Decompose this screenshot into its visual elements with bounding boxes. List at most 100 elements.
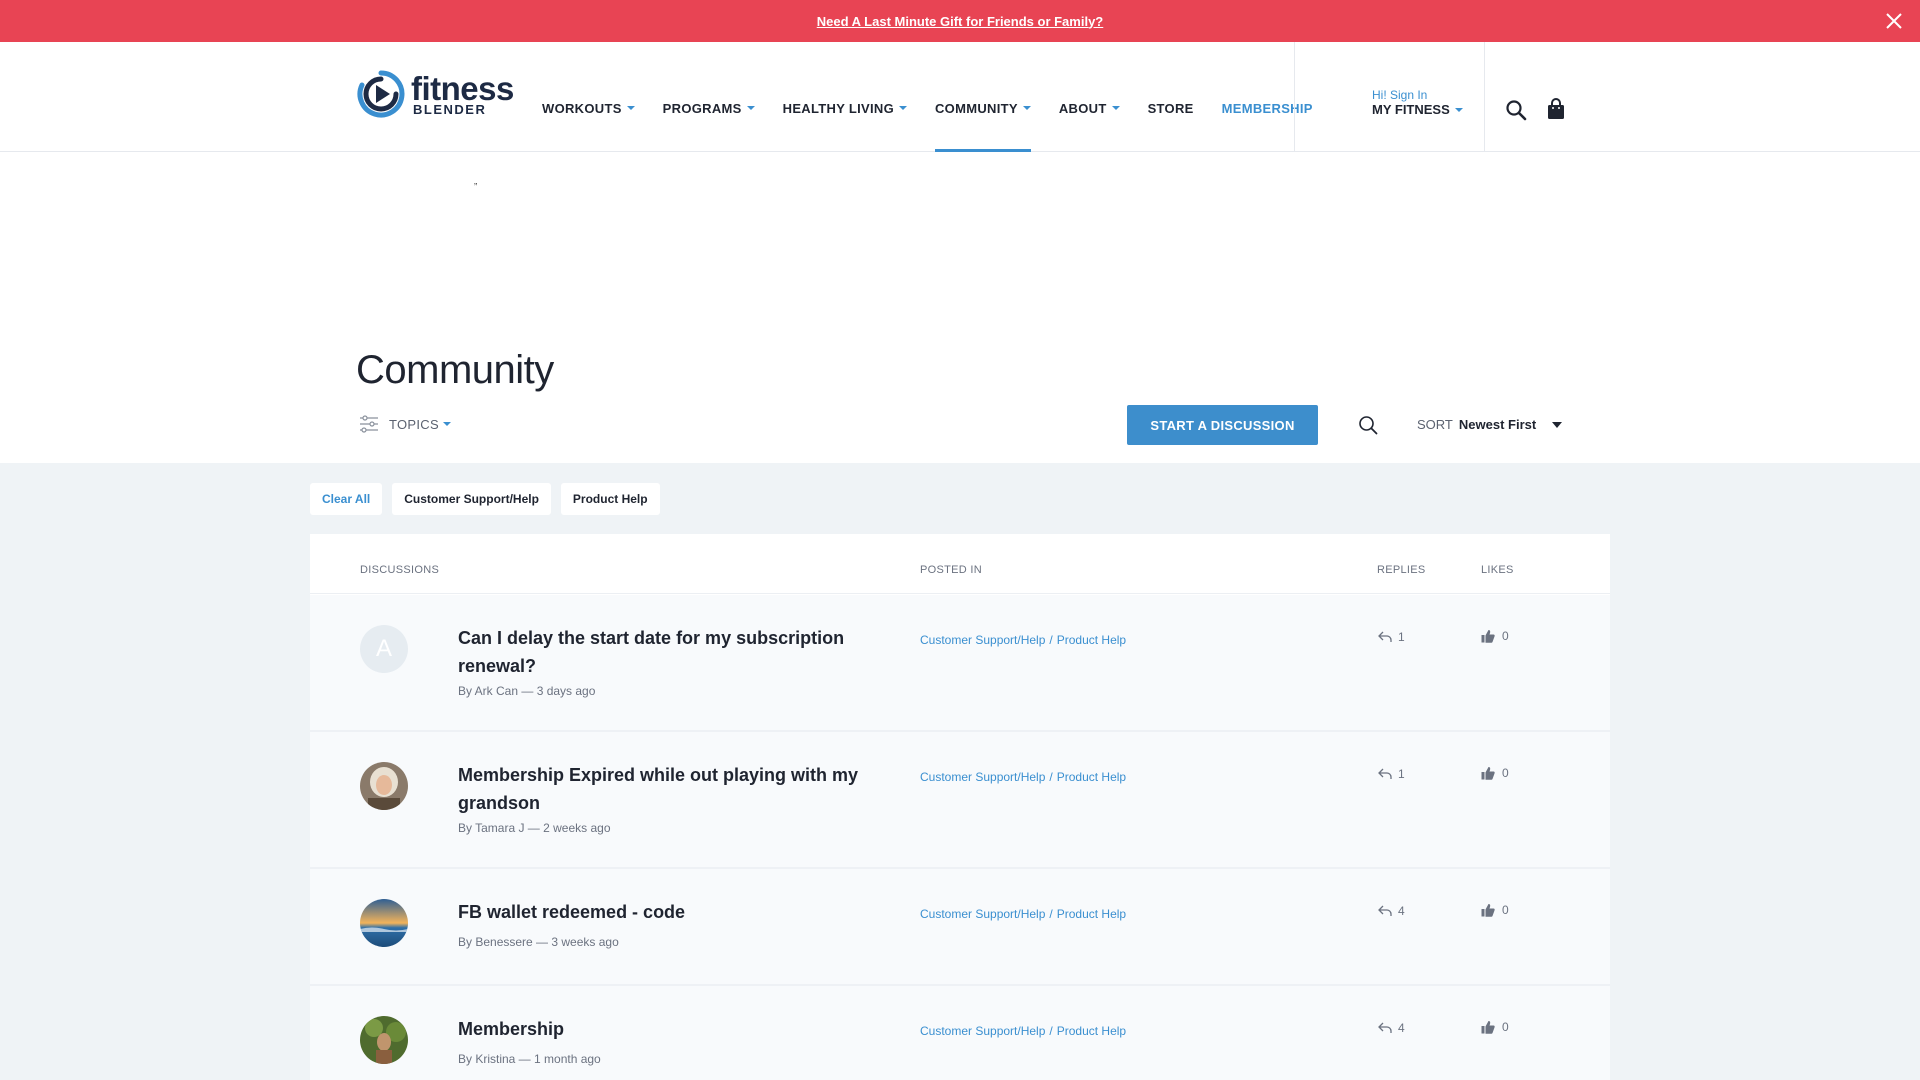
nav-healthy-living[interactable]: HEALTHY LIVING bbox=[783, 42, 907, 152]
table-row[interactable]: Membership Expired while out playing wit… bbox=[310, 732, 1610, 869]
search-icon[interactable] bbox=[1505, 99, 1527, 121]
main-nav: WORKOUTS PROGRAMS HEALTHY LIVING COMMUNI… bbox=[542, 42, 1341, 152]
like-count: 0 bbox=[1481, 903, 1509, 917]
discussion-title[interactable]: Membership Expired while out playing wit… bbox=[458, 761, 878, 817]
category-link[interactable]: Product Help bbox=[1057, 633, 1126, 647]
column-posted-in: POSTED IN bbox=[920, 564, 982, 576]
posted-in: Customer Support/Help / Product Help bbox=[920, 633, 1126, 647]
active-filters: Clear All Customer Support/Help Product … bbox=[310, 483, 670, 515]
like-count-value: 0 bbox=[1502, 903, 1509, 917]
header-divider bbox=[1294, 42, 1295, 152]
topics-filter[interactable]: TOPICS bbox=[359, 415, 451, 433]
nav-about[interactable]: ABOUT bbox=[1059, 42, 1120, 152]
thumbs-up-icon bbox=[1481, 904, 1495, 917]
nav-membership[interactable]: MEMBERSHIP bbox=[1222, 42, 1313, 152]
category-separator: / bbox=[1049, 1024, 1053, 1038]
reply-count: 1 bbox=[1378, 767, 1405, 781]
discussion-byline: By Ark Can — 3 days ago bbox=[458, 684, 596, 698]
nav-about-label: ABOUT bbox=[1058, 100, 1107, 116]
nav-workouts-label: WORKOUTS bbox=[542, 100, 622, 116]
discussion-title[interactable]: Can I delay the start date for my subscr… bbox=[458, 624, 878, 680]
page-title: Community bbox=[356, 348, 554, 392]
stray-mark: „ bbox=[474, 176, 478, 187]
discussion-title[interactable]: Membership bbox=[458, 1015, 878, 1043]
reply-icon bbox=[1378, 1022, 1392, 1033]
logo-line1: fitness bbox=[411, 70, 514, 107]
my-fitness-label: MY FITNESS bbox=[1372, 102, 1450, 118]
reply-count: 4 bbox=[1378, 1021, 1405, 1035]
sort-label: SORT bbox=[1417, 417, 1453, 432]
reply-icon bbox=[1378, 905, 1392, 916]
chevron-down-icon bbox=[1022, 106, 1031, 110]
reply-count-value: 1 bbox=[1398, 767, 1405, 781]
sort-dropdown[interactable]: SORT Newest First bbox=[1417, 417, 1563, 432]
category-link[interactable]: Product Help bbox=[1057, 907, 1126, 921]
shopping-bag-icon[interactable] bbox=[1546, 98, 1566, 120]
close-icon[interactable] bbox=[1884, 11, 1904, 31]
nav-store[interactable]: STORE bbox=[1148, 42, 1194, 152]
nav-workouts[interactable]: WORKOUTS bbox=[542, 42, 635, 152]
discussion-list: DISCUSSIONS POSTED IN REPLIES LIKES A Ca… bbox=[310, 534, 1610, 1080]
category-separator: / bbox=[1049, 633, 1053, 647]
avatar bbox=[360, 762, 408, 810]
sign-in-link[interactable]: Hi! Sign In bbox=[1372, 88, 1463, 102]
table-row[interactable]: FB wallet redeemed - code By Benessere —… bbox=[310, 869, 1610, 986]
like-count-value: 0 bbox=[1502, 629, 1509, 643]
account-menu[interactable]: Hi! Sign In MY FITNESS bbox=[1372, 88, 1463, 118]
nav-community[interactable]: COMMUNITY bbox=[934, 42, 1031, 152]
nav-membership-label: MEMBERSHIP bbox=[1221, 100, 1313, 116]
reply-count-value: 4 bbox=[1398, 904, 1405, 918]
filter-chip-customer-support[interactable]: Customer Support/Help bbox=[392, 483, 551, 515]
promo-link[interactable]: Need A Last Minute Gift for Friends or F… bbox=[817, 14, 1104, 29]
table-row[interactable]: Membership By Kristina — 1 month ago Cus… bbox=[310, 986, 1610, 1080]
logo[interactable]: fitness BLENDER bbox=[357, 70, 514, 118]
category-link[interactable]: Customer Support/Help bbox=[920, 633, 1045, 647]
header-divider bbox=[1484, 42, 1485, 152]
topics-label: TOPICS bbox=[389, 416, 439, 432]
start-discussion-button[interactable]: START A DISCUSSION bbox=[1127, 405, 1318, 445]
avatar bbox=[360, 1016, 408, 1064]
discussion-byline: By Tamara J — 2 weeks ago bbox=[458, 821, 611, 835]
filter-chip-product-help[interactable]: Product Help bbox=[560, 483, 660, 515]
table-row[interactable]: A Can I delay the start date for my subs… bbox=[310, 595, 1610, 732]
column-discussions: DISCUSSIONS bbox=[360, 564, 440, 576]
avatar-photo bbox=[360, 899, 408, 947]
filter-sliders-icon bbox=[360, 415, 378, 433]
avatar-photo bbox=[360, 1016, 408, 1064]
category-link[interactable]: Customer Support/Help bbox=[920, 770, 1045, 784]
chevron-down-icon bbox=[898, 106, 907, 110]
avatar-photo bbox=[360, 762, 408, 810]
nav-programs[interactable]: PROGRAMS bbox=[663, 42, 755, 152]
category-link[interactable]: Customer Support/Help bbox=[920, 1024, 1045, 1038]
posted-in: Customer Support/Help / Product Help bbox=[920, 1024, 1126, 1038]
site-header: fitness BLENDER WORKOUTS PROGRAMS HEALTH… bbox=[0, 42, 1920, 152]
like-count: 0 bbox=[1481, 766, 1509, 780]
reply-count-value: 4 bbox=[1398, 1021, 1405, 1035]
category-link[interactable]: Product Help bbox=[1057, 1024, 1126, 1038]
posted-in: Customer Support/Help / Product Help bbox=[920, 770, 1126, 784]
like-count-value: 0 bbox=[1502, 1020, 1509, 1034]
column-replies: REPLIES bbox=[1377, 564, 1426, 576]
chevron-down-icon bbox=[1111, 106, 1120, 110]
thumbs-up-icon bbox=[1481, 767, 1495, 780]
posted-in: Customer Support/Help / Product Help bbox=[920, 907, 1126, 921]
table-header: DISCUSSIONS POSTED IN REPLIES LIKES bbox=[310, 534, 1610, 594]
nav-store-label: STORE bbox=[1147, 100, 1194, 116]
reply-count-value: 1 bbox=[1398, 630, 1405, 644]
category-link[interactable]: Customer Support/Help bbox=[920, 907, 1045, 921]
chevron-down-icon bbox=[442, 422, 451, 426]
search-discussions-icon[interactable] bbox=[1358, 415, 1378, 435]
category-separator: / bbox=[1049, 770, 1053, 784]
discussion-title[interactable]: FB wallet redeemed - code bbox=[458, 898, 878, 926]
my-fitness-menu[interactable]: MY FITNESS bbox=[1372, 102, 1463, 118]
logo-play-icon bbox=[357, 70, 405, 118]
like-count: 0 bbox=[1481, 1020, 1509, 1034]
clear-all-filters[interactable]: Clear All bbox=[310, 483, 383, 515]
like-count: 0 bbox=[1481, 629, 1509, 643]
category-separator: / bbox=[1049, 907, 1053, 921]
reply-icon bbox=[1378, 768, 1392, 779]
nav-community-label: COMMUNITY bbox=[934, 100, 1018, 116]
like-count-value: 0 bbox=[1502, 766, 1509, 780]
thumbs-up-icon bbox=[1481, 1021, 1495, 1034]
category-link[interactable]: Product Help bbox=[1057, 770, 1126, 784]
